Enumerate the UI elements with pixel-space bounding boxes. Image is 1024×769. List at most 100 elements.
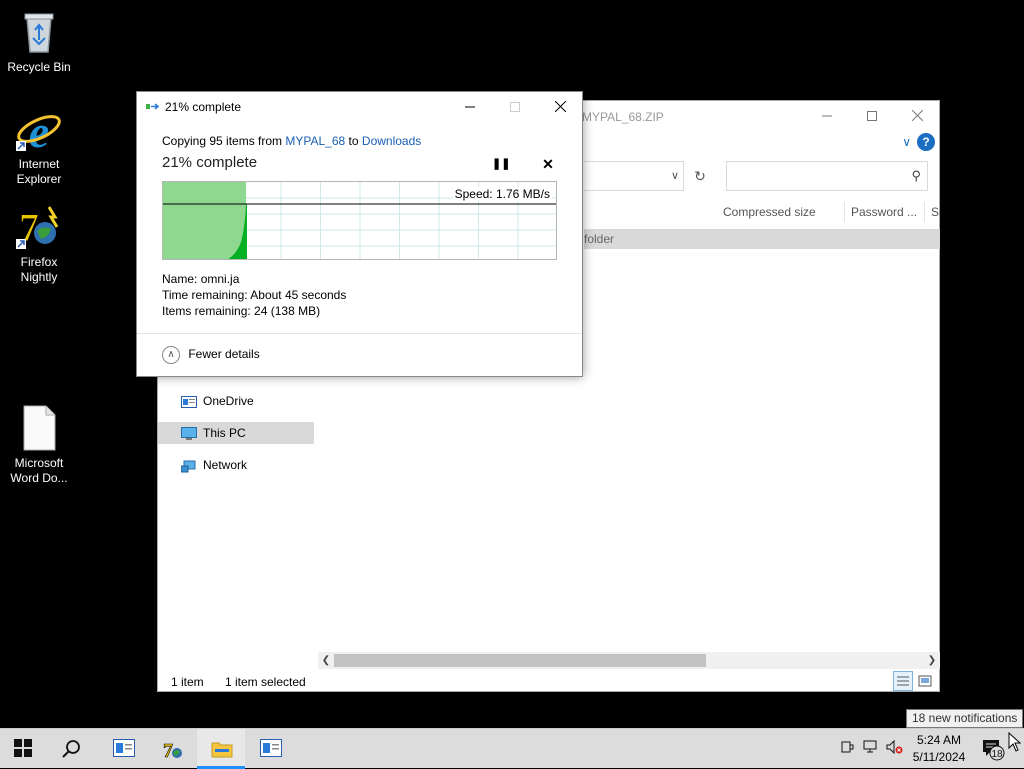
percent-complete: 21% complete	[162, 154, 258, 171]
maximize-button[interactable]	[849, 101, 895, 131]
items-remaining-row: Items remaining: 24 (138 MB)	[162, 304, 320, 318]
taskbar: 7 5:24 AM 5/11/2024 18	[0, 728, 1024, 769]
nav-item-onedrive[interactable]: OneDrive	[158, 390, 314, 412]
taskbar-app-window[interactable]	[99, 729, 147, 769]
nav-item-label: OneDrive	[203, 394, 254, 408]
notification-count-badge: 18	[991, 749, 1003, 760]
search-input[interactable]: ⚲	[726, 161, 928, 191]
onedrive-icon	[181, 394, 197, 408]
internet-explorer-icon: e	[15, 105, 63, 157]
clock[interactable]: 5:24 AM 5/11/2024	[906, 732, 972, 766]
transfer-speed-graph: Speed: 1.76 MB/s	[162, 181, 557, 260]
to-word: to	[348, 134, 359, 148]
time-value: About 45 seconds	[250, 288, 347, 302]
search-icon	[62, 739, 82, 759]
progress-fill	[163, 182, 246, 259]
tray-device-icon[interactable]	[839, 740, 855, 756]
window-icon	[113, 739, 135, 759]
desktop-icon-label: Recycle Bin	[7, 60, 71, 74]
name-label: Name:	[162, 272, 198, 286]
dialog-close-button[interactable]	[537, 92, 583, 122]
refresh-icon[interactable]: ↻	[688, 161, 712, 191]
file-type-cell: folder	[584, 232, 615, 246]
chevron-down-icon[interactable]: ∨	[671, 169, 679, 182]
document-icon	[15, 404, 63, 452]
desktop: Recycle Bin e Internet Explorer 7 Firefo…	[0, 0, 1024, 728]
items-value: 24 (138 MB)	[254, 304, 321, 318]
status-item-count: 1 item	[171, 675, 204, 689]
dialog-maximize-button	[492, 92, 538, 122]
status-selected-count: 1 item selected	[225, 675, 306, 689]
start-button[interactable]	[0, 729, 48, 769]
current-file-row: Name: omni.ja	[162, 272, 239, 286]
dialog-divider	[137, 333, 582, 334]
network-icon	[180, 458, 197, 473]
network-icon[interactable]	[863, 740, 879, 756]
dialog-titlebar[interactable]: 21% complete	[137, 92, 582, 122]
details-view-button[interactable]	[893, 671, 913, 691]
horizontal-scrollbar[interactable]: ❮ ❯	[318, 652, 940, 669]
dialog-title: 21% complete	[165, 100, 242, 114]
column-size[interactable]: Si	[925, 202, 940, 222]
desktop-icon-recycle-bin[interactable]: Recycle Bin	[1, 8, 77, 75]
column-password[interactable]: Password ...	[845, 202, 925, 222]
nav-item-this-pc[interactable]: This PC	[158, 422, 314, 444]
time-remaining-row: Time remaining: About 45 seconds	[162, 288, 346, 302]
search-icon: ⚲	[911, 168, 921, 183]
search-button[interactable]	[48, 729, 96, 769]
nav-item-network[interactable]: Network	[158, 454, 314, 476]
copying-prefix: Copying 95 items from	[162, 134, 283, 148]
desktop-icon-label: Firefox Nightly	[20, 255, 58, 284]
fewer-details-button[interactable]: ∧ Fewer details	[162, 346, 260, 364]
address-bar[interactable]: ∨	[584, 161, 684, 191]
clock-date: 5/11/2024	[912, 750, 966, 764]
folder-icon	[211, 739, 233, 759]
fewer-details-label: Fewer details	[188, 347, 260, 362]
speed-readout: Speed: 1.76 MB/s	[452, 187, 552, 201]
window-icon	[260, 739, 282, 759]
desktop-icon-word-document[interactable]: Microsoft Word Do...	[1, 404, 77, 486]
help-icon[interactable]: ?	[917, 133, 935, 151]
desktop-icon-internet-explorer[interactable]: e Internet Explorer	[1, 105, 77, 187]
copying-summary: Copying 95 items from MYPAL_68 to Downlo…	[162, 134, 421, 148]
destination-link[interactable]: Downloads	[362, 134, 421, 148]
desktop-icon-label: Microsoft Word Do...	[10, 456, 68, 485]
time-label: Time remaining:	[162, 288, 248, 302]
notification-tooltip: 18 new notifications	[906, 709, 1024, 728]
copy-icon	[146, 101, 160, 111]
desktop-icon-firefox-nightly[interactable]: 7 Firefox Nightly	[1, 203, 77, 285]
taskbar-app-firefox-nightly[interactable]: 7	[148, 729, 196, 769]
clock-time: 5:24 AM	[916, 733, 962, 747]
windows-icon	[14, 739, 34, 759]
pause-button[interactable]: ❚❚	[492, 155, 510, 173]
chevron-up-icon: ∧	[162, 346, 180, 364]
large-icons-view-button[interactable]	[915, 671, 935, 691]
cancel-copy-button[interactable]: ✕	[539, 155, 557, 173]
volume-muted-icon[interactable]	[886, 739, 903, 756]
items-label: Items remaining:	[162, 304, 251, 318]
action-center-button[interactable]: 18	[978, 734, 1008, 764]
file-row-selected[interactable]: folder	[584, 229, 940, 249]
status-bar: 1 item 1 item selected	[158, 671, 939, 692]
copy-progress-dialog[interactable]: 21% complete Copying 95 items from MYPAL…	[136, 91, 583, 377]
dialog-minimize-button[interactable]	[447, 92, 493, 122]
close-button[interactable]	[894, 101, 940, 131]
computer-icon	[181, 426, 197, 440]
firefox-nightly-icon: 7	[15, 203, 63, 251]
firefox-nightly-icon: 7	[162, 739, 182, 762]
name-value: omni.ja	[200, 272, 240, 286]
desktop-icon-label: Internet Explorer	[16, 157, 62, 186]
explorer-title: MYPAL_68.ZIP	[582, 110, 664, 124]
source-link[interactable]: MYPAL_68	[285, 134, 345, 148]
mouse-cursor-icon	[1008, 732, 1022, 752]
svg-text:7: 7	[163, 740, 173, 761]
scroll-left-icon[interactable]: ❮	[318, 652, 334, 669]
column-compressed-size[interactable]: Compressed size	[717, 202, 845, 222]
svg-text:e: e	[29, 106, 49, 153]
taskbar-app-window-2[interactable]	[246, 729, 294, 769]
taskbar-app-file-explorer[interactable]	[197, 729, 245, 769]
scrollbar-thumb[interactable]	[334, 654, 706, 667]
minimize-button[interactable]	[804, 101, 850, 131]
expand-ribbon-icon[interactable]: ∨	[902, 135, 911, 149]
scroll-right-icon[interactable]: ❯	[924, 652, 940, 669]
